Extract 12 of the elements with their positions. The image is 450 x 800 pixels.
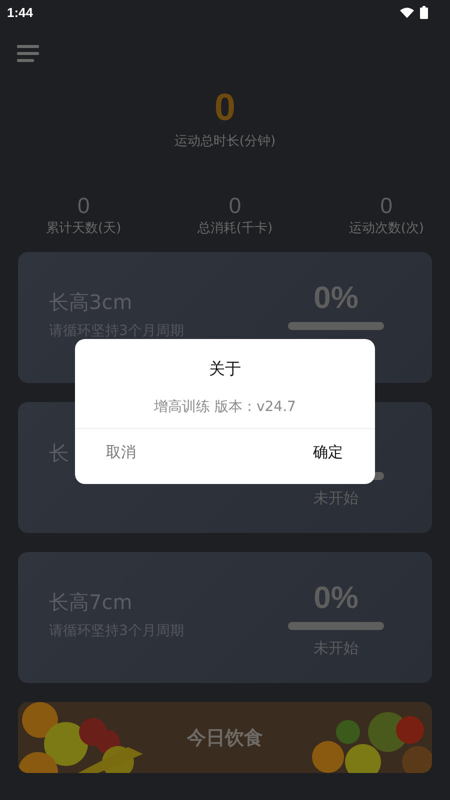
dialog-message: 增高训练 版本：v24.7	[154, 398, 296, 416]
stat-label: 总消耗(千卡)	[197, 220, 273, 237]
stat-label: 运动次数(次)	[348, 220, 424, 237]
stat-label: 累计天数(天)	[46, 220, 122, 237]
status-time: 1:44	[7, 4, 34, 20]
dialog-title: 关于	[209, 359, 241, 380]
banner-title: 今日饮食	[187, 726, 263, 750]
stat-value: 0	[380, 194, 393, 218]
total-duration-label: 运动总时长(分钟)	[174, 133, 276, 150]
stat-value: 0	[77, 194, 90, 218]
total-duration-value: 0	[214, 86, 236, 130]
stat-value: 0	[228, 194, 242, 218]
